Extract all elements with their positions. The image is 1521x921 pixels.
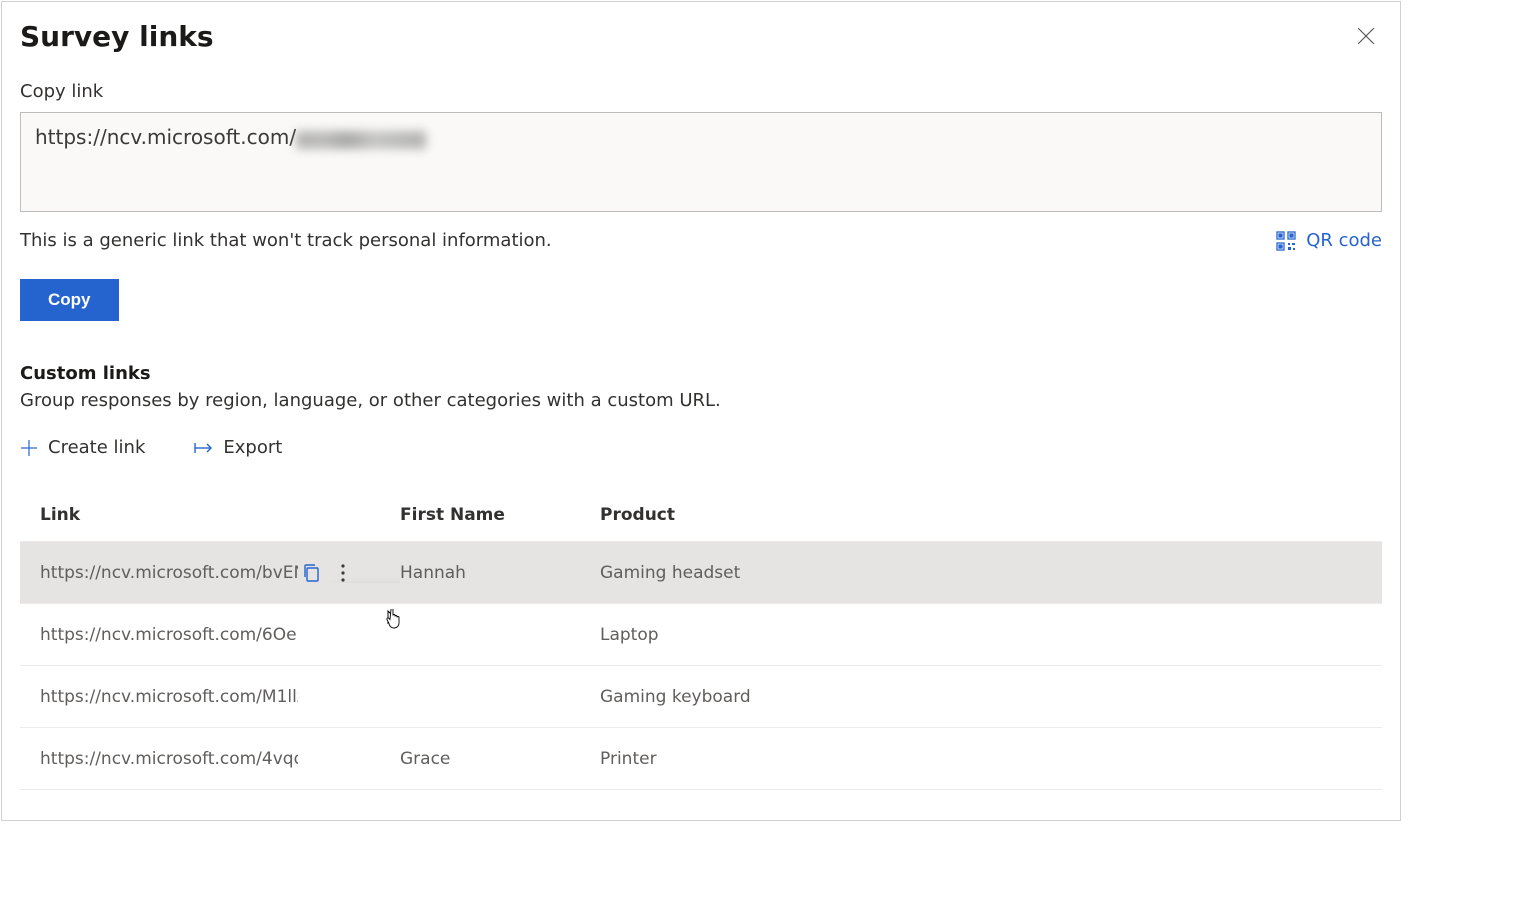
panel-title: Survey links — [20, 20, 1382, 53]
export-icon — [193, 441, 213, 455]
qr-code-button[interactable]: QR code — [1276, 230, 1382, 251]
redacted-token — [296, 131, 426, 149]
row-first-name: Grace — [400, 749, 600, 769]
create-link-label: Create link — [48, 437, 145, 458]
row-link: https://ncv.microsoft.com/M1llzhZ — [40, 687, 298, 707]
survey-links-panel: Survey links Copy link https://ncv.micro… — [1, 1, 1401, 821]
qr-code-label: QR code — [1306, 230, 1382, 251]
table-row[interactable]: https://ncv.microsoft.com/M1llzhZ Gaming… — [20, 666, 1382, 728]
qr-icon — [1276, 231, 1296, 251]
row-product: Gaming headset — [600, 563, 1362, 583]
row-link: https://ncv.microsoft.com/bvENW — [40, 563, 298, 583]
custom-links-heading: Custom links — [20, 363, 1382, 384]
row-first-name: Hannah — [400, 563, 600, 583]
plus-icon — [20, 439, 38, 457]
custom-links-table: Link First Name Product https://ncv.micr… — [20, 488, 1382, 790]
table-row[interactable]: https://ncv.microsoft.com/bvENW Do — [20, 542, 1382, 604]
export-label: Export — [223, 437, 282, 458]
more-options-button[interactable]: Download QR code Edit Delete — [340, 563, 346, 583]
more-vertical-icon — [340, 563, 346, 583]
row-link: https://ncv.microsoft.com/4vqdTB — [40, 749, 298, 769]
table-row[interactable]: https://ncv.microsoft.com/4vqdTB Grace P… — [20, 728, 1382, 790]
copy-link-info: This is a generic link that won't track … — [20, 230, 552, 251]
copy-link-field[interactable]: https://ncv.microsoft.com/ — [20, 112, 1382, 212]
row-link: https://ncv.microsoft.com/6OeMm — [40, 625, 298, 645]
copy-link-label: Copy link — [20, 81, 1382, 102]
close-button[interactable] — [1350, 20, 1382, 52]
create-link-button[interactable]: Create link — [20, 437, 145, 458]
custom-links-description: Group responses by region, language, or … — [20, 390, 1382, 411]
row-product: Printer — [600, 749, 1362, 769]
table-header: Link First Name Product — [20, 488, 1382, 542]
copy-button[interactable]: Copy — [20, 279, 119, 321]
row-product: Gaming keyboard — [600, 687, 1362, 707]
table-row[interactable]: https://ncv.microsoft.com/6OeMm Laptop — [20, 604, 1382, 666]
export-button[interactable]: Export — [193, 437, 282, 458]
copy-link-url-prefix: https://ncv.microsoft.com/ — [35, 125, 296, 149]
close-icon — [1357, 27, 1375, 45]
col-first-name: First Name — [400, 505, 600, 525]
row-product: Laptop — [600, 625, 1362, 645]
col-link: Link — [40, 505, 400, 525]
copy-link-icon[interactable] — [302, 563, 320, 583]
col-product: Product — [600, 505, 1362, 525]
